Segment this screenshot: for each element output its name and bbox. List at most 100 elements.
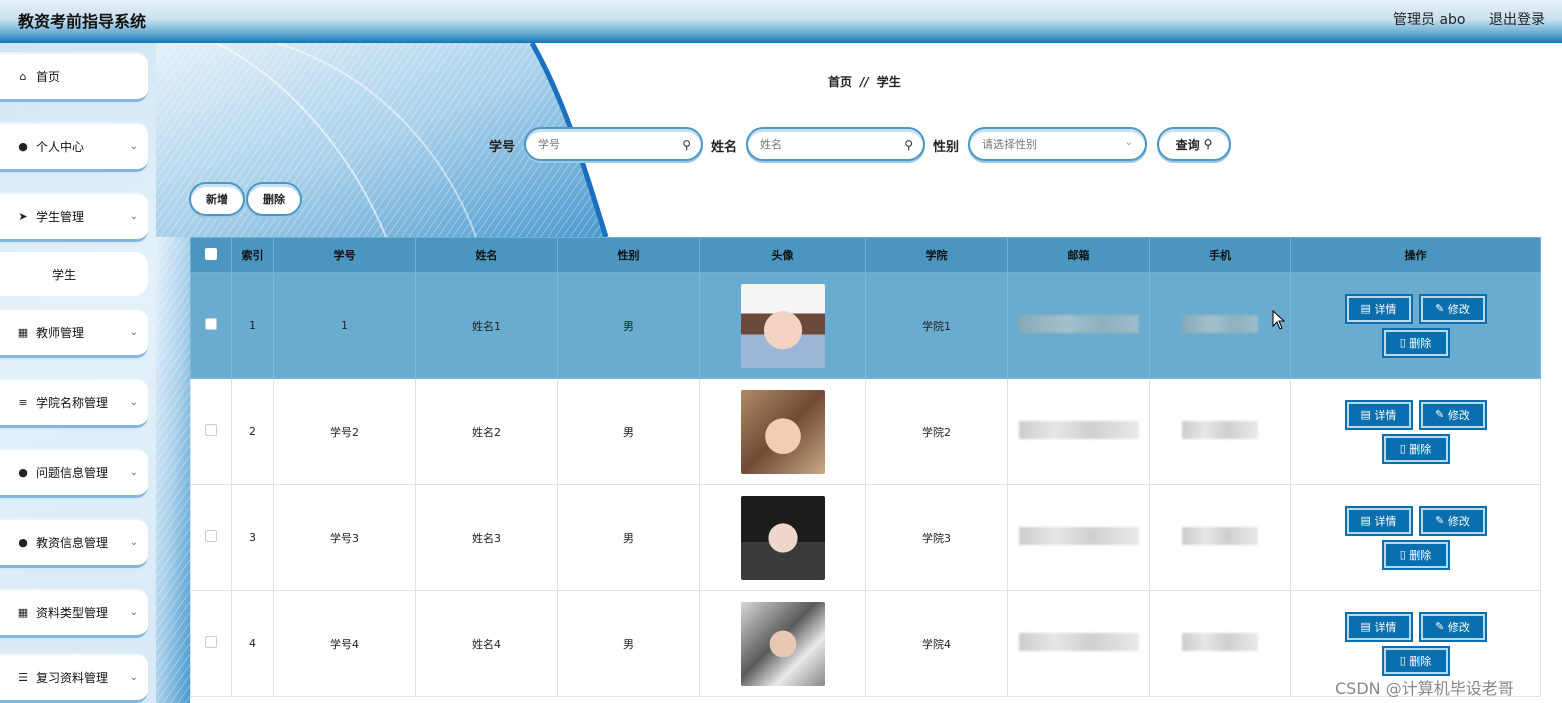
detail-button[interactable]: ▤ 详情 — [1344, 399, 1413, 430]
col-header: 性别 — [557, 237, 700, 273]
breadcrumb-separator: // — [860, 75, 869, 89]
sidebar-item-label: 教资信息管理 — [36, 536, 109, 550]
logout-link[interactable]: 退出登录 — [1489, 9, 1545, 29]
detail-button[interactable]: ▤ 详情 — [1344, 505, 1413, 536]
app-title: 教资考前指导系统 — [18, 12, 147, 31]
delete-button[interactable]: ▯ 删除 — [1381, 539, 1450, 570]
cell-email-redacted — [1007, 378, 1150, 485]
delete-button[interactable]: ▯ 删除 — [1381, 645, 1450, 676]
document-icon: ▤ — [1360, 620, 1375, 633]
chevron-down-icon: ⌄ — [129, 327, 138, 338]
row-checkbox[interactable] — [190, 484, 232, 591]
edit-button[interactable]: ✎ 修改 — [1418, 293, 1487, 324]
sidebar-item-label: 教师管理 — [36, 326, 85, 340]
sidebar-item-qualification-mgmt[interactable]: ● 教资信息管理 ⌄ — [0, 518, 148, 568]
detail-button[interactable]: ▤ 详情 — [1344, 611, 1413, 642]
chevron-down-icon: ⌄ — [129, 467, 138, 478]
cell-actions: ▤ 详情 ✎ 修改 ▯ 删除 — [1290, 272, 1541, 379]
batch-delete-button[interactable]: 删除 — [246, 182, 302, 216]
xuehao-label: 学号 — [489, 140, 516, 155]
col-header: 学院 — [865, 237, 1008, 273]
table-row[interactable]: 3 学号3 姓名3 男 学院3 ▤ 详情 ✎ 修改 ▯ 删除 — [190, 484, 1541, 591]
cell-xingming: 姓名1 — [415, 272, 558, 379]
sidebar-item-student-mgmt[interactable]: ➤ 学生管理 ⌄ — [0, 192, 148, 242]
cell-email-redacted — [1007, 272, 1150, 379]
breadcrumb-home[interactable]: 首页 — [828, 75, 852, 89]
cell-phone-redacted — [1149, 272, 1291, 379]
edit-button[interactable]: ✎ 修改 — [1418, 505, 1487, 536]
avatar — [740, 495, 825, 580]
xingbie-select[interactable]: ⌄ — [968, 127, 1147, 161]
edit-button[interactable]: ✎ 修改 — [1418, 399, 1487, 430]
sidebar-item-question-mgmt[interactable]: ● 问题信息管理 ⌄ — [0, 448, 148, 498]
sidebar-subitem-student[interactable]: 学生 — [0, 252, 148, 296]
xingming-search-field[interactable]: ⚲ — [746, 127, 925, 161]
menu-icon: ☰ — [18, 671, 28, 684]
document-icon: ▤ — [1360, 302, 1375, 315]
cell-phone-redacted — [1149, 378, 1291, 485]
sidebar-item-label: 个人中心 — [36, 140, 85, 154]
xuehao-search-field[interactable]: ⚲ — [524, 127, 703, 161]
cell-index: 3 — [231, 484, 274, 591]
delete-button[interactable]: ▯ 删除 — [1381, 327, 1450, 358]
avatar — [740, 283, 825, 368]
delete-button[interactable]: ▯ 删除 — [1381, 433, 1450, 464]
sidebar-item-review-mgmt[interactable]: ☰ 复习资料管理 ⌄ — [0, 653, 148, 703]
send-icon: ➤ — [18, 210, 28, 223]
cell-actions: ▤ 详情 ✎ 修改 ▯ 删除 — [1290, 378, 1541, 485]
detail-button[interactable]: ▤ 详情 — [1344, 293, 1413, 324]
col-header: 学号 — [273, 237, 416, 273]
pencil-icon: ✎ — [1435, 408, 1448, 421]
cell-xueyuan: 学院1 — [865, 272, 1008, 379]
pencil-icon: ✎ — [1435, 302, 1448, 315]
xuehao-input[interactable] — [538, 137, 668, 151]
xingming-input[interactable] — [760, 137, 890, 151]
cell-index: 4 — [231, 590, 274, 697]
sidebar-item-personal[interactable]: ● 个人中心 ⌄ — [0, 122, 148, 172]
cell-phone-redacted — [1149, 590, 1291, 697]
pencil-icon: ✎ — [1435, 514, 1448, 527]
edit-button[interactable]: ✎ 修改 — [1418, 611, 1487, 642]
query-label: 查询 — [1175, 137, 1200, 152]
row-checkbox[interactable] — [190, 272, 232, 379]
table-header-row: 索引 学号 姓名 性别 头像 学院 邮箱 手机 操作 — [190, 237, 1541, 273]
table-row[interactable]: 2 学号2 姓名2 男 学院2 ▤ 详情 ✎ 修改 ▯ 删除 — [190, 378, 1541, 485]
row-checkbox[interactable] — [190, 378, 232, 485]
xingbie-label: 性别 — [933, 140, 960, 155]
select-all-checkbox[interactable] — [190, 237, 232, 273]
sidebar-item-label: 问题信息管理 — [36, 466, 109, 480]
chevron-down-icon: ⌄ — [129, 211, 138, 222]
cell-xingbie: 男 — [557, 272, 700, 379]
sidebar-item-material-type-mgmt[interactable]: ▦ 资料类型管理 ⌄ — [0, 588, 148, 638]
sidebar-item-label: 学生管理 — [36, 210, 85, 224]
user-icon: ● — [18, 466, 28, 479]
sidebar-item-college-mgmt[interactable]: ≡ 学院名称管理 ⌄ — [0, 378, 148, 428]
col-header: 操作 — [1290, 237, 1541, 273]
cell-xueyuan: 学院3 — [865, 484, 1008, 591]
sidebar-item-home[interactable]: ⌂ 首页 — [0, 52, 148, 102]
breadcrumb: 首页 // 学生 — [828, 73, 901, 90]
user-icon: ● — [18, 536, 28, 549]
user-icon: ● — [18, 140, 28, 153]
home-icon: ⌂ — [19, 70, 27, 83]
sidebar-item-teacher-mgmt[interactable]: ▦ 教师管理 ⌄ — [0, 308, 148, 358]
cell-xueyuan: 学院2 — [865, 378, 1008, 485]
sidebar-item-label: 复习资料管理 — [36, 671, 109, 685]
watermark: CSDN @计算机毕设老哥 — [1335, 679, 1514, 698]
cell-actions: ▤ 详情 ✎ 修改 ▯ 删除 — [1290, 484, 1541, 591]
sliders-icon: ≡ — [18, 396, 28, 409]
query-button[interactable]: 查询 ⚲ — [1157, 127, 1231, 161]
document-icon: ▤ — [1360, 514, 1375, 527]
cell-xuehao: 学号3 — [273, 484, 416, 591]
row-checkbox[interactable] — [190, 590, 232, 697]
cell-phone-redacted — [1149, 484, 1291, 591]
col-header: 手机 — [1149, 237, 1291, 273]
avatar — [740, 389, 825, 474]
cell-xingbie: 男 — [557, 484, 700, 591]
col-header: 索引 — [231, 237, 274, 273]
col-header: 头像 — [699, 237, 866, 273]
xingbie-input[interactable] — [982, 137, 1112, 151]
table-row[interactable]: 1 1 姓名1 男 学院1 ▤ 详情 ✎ 修改 ▯ 删除 — [190, 272, 1541, 379]
cell-xuehao: 学号4 — [273, 590, 416, 697]
add-button[interactable]: 新增 — [189, 182, 245, 216]
